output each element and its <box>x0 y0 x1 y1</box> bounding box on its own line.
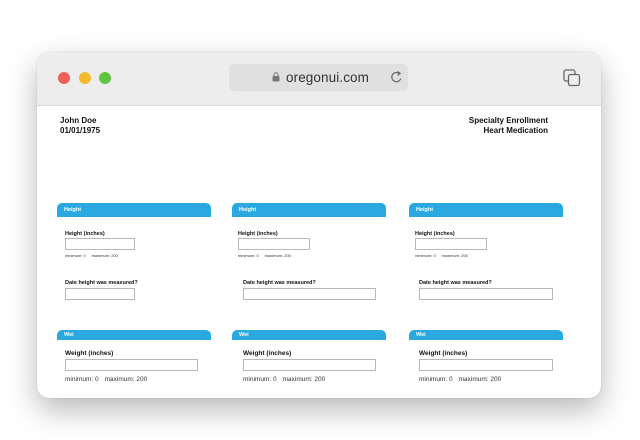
page-content: John Doe 01/01/1975 Specialty Enrollment… <box>37 106 601 398</box>
url-text: oregonui.com <box>286 70 369 85</box>
minimize-window-button[interactable] <box>79 72 91 84</box>
height-card-header: Height <box>57 203 211 217</box>
date-measured-input[interactable] <box>419 288 553 300</box>
weight-range-hint: minimum: 0 maximum: 200 <box>419 376 502 383</box>
height-field-label: Height (inches) <box>238 231 278 237</box>
reload-icon[interactable] <box>390 70 403 84</box>
height-card-header: Height <box>232 203 386 217</box>
weight-input[interactable] <box>65 359 198 371</box>
patient-name: John Doe <box>60 116 97 125</box>
close-window-button[interactable] <box>58 72 70 84</box>
height-range-hint: minimum: 0 maximum: 200 <box>415 253 468 258</box>
weight-card-header: Wei <box>409 330 563 340</box>
date-measured-label: Date height was measured? <box>243 280 316 286</box>
tabs-overview-icon[interactable] <box>563 69 581 87</box>
height-field-label: Height (inches) <box>415 231 455 237</box>
date-measured-input[interactable] <box>65 288 135 300</box>
maximize-window-button[interactable] <box>99 72 111 84</box>
weight-input[interactable] <box>243 359 376 371</box>
height-range-hint: minimum: 0 maximum: 200 <box>238 253 291 258</box>
weight-field-label: Weight (inches) <box>65 350 114 357</box>
enrollment-info: Specialty Enrollment Heart Medication <box>469 116 548 136</box>
enrollment-title: Specialty Enrollment <box>468 116 548 125</box>
weight-field-label: Weight (inches) <box>243 350 292 357</box>
height-range-hint: minimum: 0 maximum: 200 <box>65 253 118 258</box>
weight-field-label: Weight (inches) <box>419 350 468 357</box>
height-input[interactable] <box>415 238 487 250</box>
lock-icon <box>272 72 280 82</box>
patient-info: John Doe 01/01/1975 <box>60 116 100 136</box>
weight-card-header: Wei <box>232 330 386 340</box>
weight-range-hint: minimum: 0 maximum: 200 <box>65 376 148 383</box>
height-field-label: Height (inches) <box>65 231 105 237</box>
enrollment-medication: Heart Medication <box>483 126 548 135</box>
height-input[interactable] <box>238 238 310 250</box>
address-bar[interactable]: oregonui.com <box>229 64 408 91</box>
weight-input[interactable] <box>419 359 553 371</box>
date-measured-label: Date height was measured? <box>65 280 138 286</box>
browser-window: oregonui.com John Doe 01/01/1975 Special… <box>37 52 601 398</box>
date-measured-label: Date height was measured? <box>419 280 492 286</box>
height-card-header: Height <box>409 203 563 217</box>
weight-card-header: Wei <box>57 330 211 340</box>
patient-dob: 01/01/1975 <box>60 126 101 135</box>
date-measured-input[interactable] <box>243 288 376 300</box>
browser-titlebar: oregonui.com <box>37 52 601 106</box>
weight-range-hint: minimum: 0 maximum: 200 <box>243 376 326 383</box>
height-input[interactable] <box>65 238 135 250</box>
